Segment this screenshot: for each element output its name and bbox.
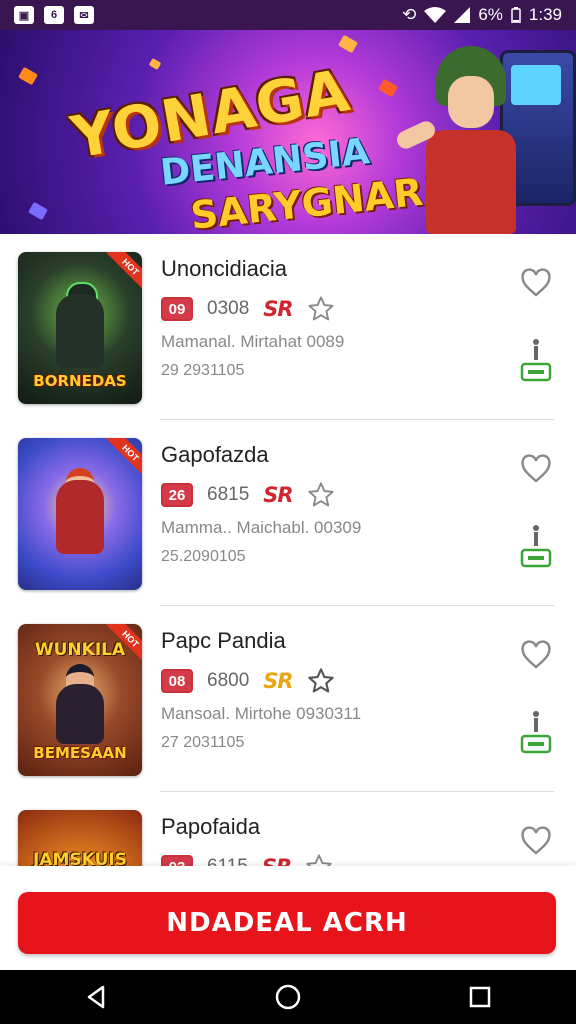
game-thumbnail[interactable]: HOT — [18, 438, 142, 590]
rating-badge: 08 — [161, 669, 193, 693]
banner-decoration — [378, 78, 398, 98]
banner-decoration — [338, 34, 358, 54]
star-outline-icon[interactable] — [307, 481, 335, 509]
list-item[interactable]: HOT BORNEDAS Unoncidiacia 09 0308 SR Mam… — [0, 234, 576, 420]
download-icon[interactable] — [518, 520, 554, 572]
game-count: 6815 — [207, 484, 250, 505]
provider-logo: SR — [263, 483, 293, 507]
gallery-notification-icon: ▣ — [14, 6, 34, 24]
promo-banner[interactable]: YONAGA DENANSIA SARYGNAR!! — [0, 30, 576, 234]
star-outline-icon[interactable] — [307, 295, 335, 323]
bottom-action-bar: NDADEAL ACRH — [0, 866, 576, 970]
list-item[interactable]: WUNKILA HOT BEMESAAN Papc Pandia 08 6800… — [0, 606, 576, 792]
game-title: Papofaida — [161, 814, 261, 839]
app-notification-icon: 6 — [44, 6, 64, 24]
game-description: Mamanal. Mirtahat 0089 — [161, 332, 345, 351]
banner-decoration — [28, 201, 48, 221]
wifi-icon — [424, 7, 447, 23]
heart-outline-icon[interactable] — [520, 826, 552, 856]
rotation-icon: ⟲ — [402, 5, 417, 24]
provider-logo: SR — [263, 297, 293, 321]
banner-decoration — [18, 66, 38, 86]
game-title: Gapofazda — [161, 442, 269, 467]
game-thumbnail[interactable]: JAMSKUIS — [18, 810, 142, 866]
provider-logo: SR — [263, 669, 293, 693]
back-icon[interactable] — [76, 977, 116, 1017]
game-count: 6115 — [207, 856, 248, 866]
heart-outline-icon[interactable] — [520, 454, 552, 484]
banner-decoration — [148, 58, 162, 70]
new-tag: HOT — [106, 252, 142, 292]
list-item[interactable]: HOT Gapofazda 26 6815 SR Mamma.. Maichab… — [0, 420, 576, 606]
game-date: 29 2931105 — [161, 362, 245, 379]
system-navigation-bar — [0, 970, 576, 1024]
rating-badge: 26 — [161, 483, 193, 507]
battery-icon — [511, 7, 521, 23]
list-item[interactable]: JAMSKUIS Papofaida 03 6115 SR — [0, 792, 576, 866]
hero-character-illustration — [394, 40, 536, 234]
primary-action-button[interactable]: NDADEAL ACRH — [18, 892, 556, 954]
clock: 1:39 — [528, 5, 562, 24]
signal-icon — [454, 7, 471, 23]
provider-logo: SR — [262, 855, 292, 866]
download-icon[interactable] — [518, 706, 554, 758]
game-title: Papc Pandia — [161, 628, 286, 653]
star-outline-icon[interactable] — [305, 853, 333, 866]
game-date: 25.2090105 — [161, 548, 246, 565]
game-count: 6800 — [207, 670, 250, 691]
battery-percent: 6% — [478, 5, 503, 24]
mail-notification-icon: ✉ — [74, 6, 94, 24]
home-icon[interactable] — [268, 977, 308, 1017]
heart-outline-icon[interactable] — [520, 640, 552, 670]
game-date: 27 2031105 — [161, 734, 245, 751]
game-list[interactable]: HOT BORNEDAS Unoncidiacia 09 0308 SR Mam… — [0, 234, 576, 866]
game-description: Mansoal. Mirtohe 0930311 — [161, 704, 362, 723]
download-icon[interactable] — [518, 334, 554, 386]
status-bar: ▣ 6 ✉ ⟲ 6% 1:39 — [0, 0, 576, 30]
recents-icon[interactable] — [460, 977, 500, 1017]
game-thumbnail[interactable]: HOT BORNEDAS — [18, 252, 142, 404]
rating-badge: 09 — [161, 297, 193, 321]
game-title: Unoncidiacia — [161, 256, 287, 281]
game-count: 0308 — [207, 298, 250, 319]
star-outline-icon[interactable] — [307, 667, 335, 695]
rating-badge: 03 — [161, 855, 193, 866]
game-description: Mamma.. Maichabl. 00309 — [161, 518, 362, 537]
heart-outline-icon[interactable] — [520, 268, 552, 298]
game-thumbnail[interactable]: WUNKILA HOT BEMESAAN — [18, 624, 142, 776]
new-tag: HOT — [106, 438, 142, 478]
